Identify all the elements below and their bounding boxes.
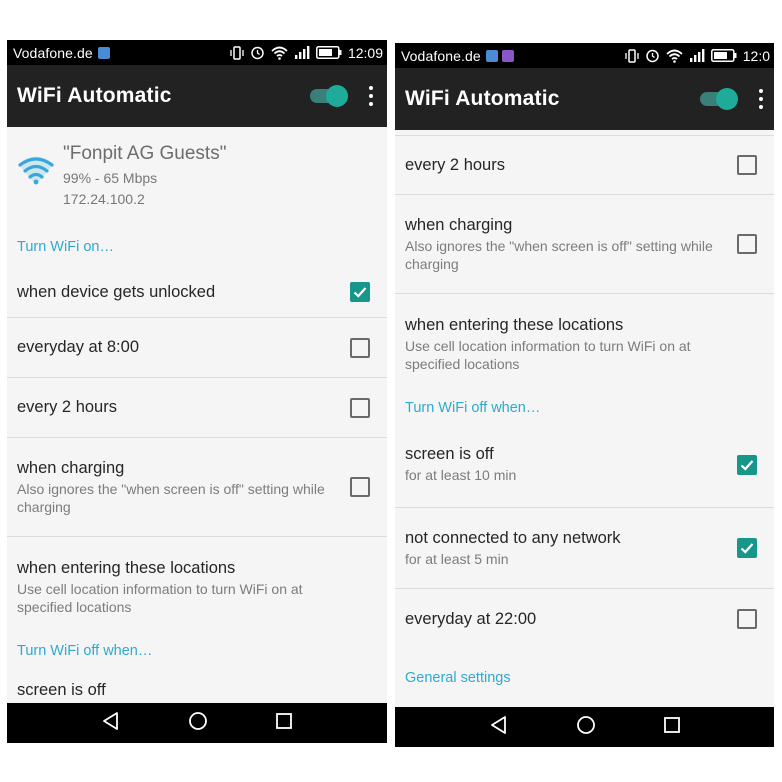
option-title: when charging bbox=[405, 215, 513, 234]
clock: 12:09 bbox=[347, 44, 383, 61]
home-icon[interactable] bbox=[576, 715, 596, 740]
vibrate-icon bbox=[230, 45, 244, 60]
notification-image-icon bbox=[485, 49, 498, 62]
option-row-when-charging[interactable]: when charging Also ignores the "when scr… bbox=[7, 438, 387, 537]
ip-address: 172.24.100.2 bbox=[63, 191, 145, 207]
checkbox-unchecked[interactable] bbox=[350, 337, 370, 358]
section-header-general: General settings bbox=[405, 670, 511, 686]
signal-icon bbox=[689, 49, 705, 62]
settings-list[interactable]: every 2 hours when charging Also ignores… bbox=[395, 130, 774, 707]
navigation-bar bbox=[7, 703, 387, 743]
alarm-icon bbox=[250, 45, 265, 60]
checkbox-checked[interactable] bbox=[737, 454, 757, 475]
option-title: screen is off bbox=[17, 681, 106, 699]
settings-list[interactable]: "Fonpit AG Guests" 99% - 65 Mbps 172.24.… bbox=[7, 127, 387, 703]
option-title: when device gets unlocked bbox=[17, 282, 216, 301]
signal-speed: 99% - 65 Mbps bbox=[63, 170, 158, 186]
checkbox-checked[interactable] bbox=[737, 538, 757, 558]
app-title: WiFi Automatic bbox=[17, 84, 172, 107]
recents-icon[interactable] bbox=[275, 712, 293, 735]
phone-screen-right: Vodafone.de 12:0 WiFi Automatic every 2 … bbox=[395, 43, 774, 747]
section-header-turn-on: Turn WiFi on… bbox=[17, 239, 114, 255]
checkbox-unchecked[interactable] bbox=[737, 234, 757, 254]
option-title: not connected to any network bbox=[405, 528, 621, 547]
option-row-everyday-8[interactable]: everyday at 8:00 bbox=[7, 318, 387, 378]
option-row-everyday-22[interactable]: everyday at 22:00 bbox=[395, 589, 774, 649]
network-ssid: "Fonpit AG Guests" bbox=[63, 143, 227, 164]
checkbox-unchecked[interactable] bbox=[350, 397, 370, 418]
checkbox-unchecked[interactable] bbox=[737, 609, 757, 629]
app-bar: WiFi Automatic bbox=[7, 65, 387, 127]
overflow-menu-icon[interactable] bbox=[360, 83, 382, 109]
vibrate-icon bbox=[625, 48, 639, 63]
option-title: when entering these locations bbox=[17, 558, 236, 577]
option-title: when charging bbox=[17, 458, 125, 477]
connection-info: "Fonpit AG Guests" 99% - 65 Mbps 172.24.… bbox=[7, 127, 387, 227]
option-title: every 2 hours bbox=[17, 398, 117, 416]
option-row-not-connected[interactable]: not connected to any network for at leas… bbox=[395, 508, 774, 589]
back-icon[interactable] bbox=[101, 711, 121, 736]
section-header-turn-off: Turn WiFi off when… bbox=[17, 643, 153, 659]
navigation-bar bbox=[395, 707, 774, 747]
checkbox-unchecked[interactable] bbox=[737, 155, 757, 175]
option-subtitle: Also ignores the "when screen is off" se… bbox=[405, 237, 713, 272]
option-row-every-2-hours[interactable]: every 2 hours bbox=[395, 136, 774, 195]
switch-thumb bbox=[716, 88, 738, 110]
recents-icon[interactable] bbox=[663, 716, 681, 739]
wifi-status-icon bbox=[666, 49, 683, 63]
home-icon[interactable] bbox=[188, 711, 208, 736]
clock: 12:0 bbox=[742, 47, 770, 64]
back-icon[interactable] bbox=[489, 715, 509, 740]
wifi-signal-icon bbox=[17, 155, 55, 192]
battery-icon bbox=[710, 49, 737, 62]
notification-image-icon bbox=[97, 46, 110, 59]
option-title: every 2 hours bbox=[405, 155, 505, 174]
option-subtitle: for at least 5 min bbox=[405, 550, 509, 567]
checkbox-unchecked[interactable] bbox=[350, 477, 370, 497]
signal-icon bbox=[294, 46, 310, 59]
battery-icon bbox=[316, 46, 342, 59]
status-bar: Vodafone.de 12:09 bbox=[7, 40, 387, 65]
section-header-turn-off: Turn WiFi off when… bbox=[405, 400, 541, 416]
option-row-screen-off[interactable]: screen is off for at least 10 min bbox=[395, 422, 774, 508]
checkbox-checked[interactable] bbox=[350, 282, 370, 302]
notification-app-icon bbox=[501, 49, 514, 62]
overflow-menu-icon[interactable] bbox=[750, 86, 772, 112]
alarm-icon bbox=[645, 48, 660, 63]
option-row-when-charging[interactable]: when charging Also ignores the "when scr… bbox=[395, 195, 774, 294]
wifi-toggle-switch[interactable] bbox=[308, 84, 348, 108]
switch-thumb bbox=[326, 85, 348, 107]
option-row-screen-off-partial[interactable]: screen is off bbox=[7, 665, 387, 703]
option-title: everyday at 22:00 bbox=[405, 609, 537, 628]
status-bar: Vodafone.de 12:0 bbox=[395, 43, 774, 68]
option-title: screen is off bbox=[405, 445, 494, 463]
option-title: everyday at 8:00 bbox=[17, 338, 139, 356]
app-bar: WiFi Automatic bbox=[395, 68, 774, 130]
carrier-name: Vodafone.de bbox=[401, 47, 481, 64]
option-row-locations[interactable]: when entering these locations Use cell l… bbox=[395, 294, 774, 394]
phone-screen-left: Vodafone.de 12:09 WiFi Automatic "Fonpit… bbox=[7, 40, 387, 743]
app-title: WiFi Automatic bbox=[405, 87, 560, 110]
option-subtitle: for at least 10 min bbox=[405, 467, 517, 483]
option-subtitle: Use cell location information to turn Wi… bbox=[405, 337, 691, 372]
wifi-toggle-switch[interactable] bbox=[698, 87, 738, 111]
option-row-every-2-hours[interactable]: every 2 hours bbox=[7, 378, 387, 438]
option-row-locations[interactable]: when entering these locations Use cell l… bbox=[7, 537, 387, 637]
option-row-device-unlocked[interactable]: when device gets unlocked bbox=[7, 267, 387, 318]
option-subtitle: Also ignores the "when screen is off" se… bbox=[17, 480, 325, 515]
wifi-status-icon bbox=[271, 46, 288, 60]
option-subtitle: Use cell location information to turn Wi… bbox=[17, 580, 303, 615]
option-title: when entering these locations bbox=[405, 315, 624, 334]
carrier-name: Vodafone.de bbox=[13, 44, 93, 61]
